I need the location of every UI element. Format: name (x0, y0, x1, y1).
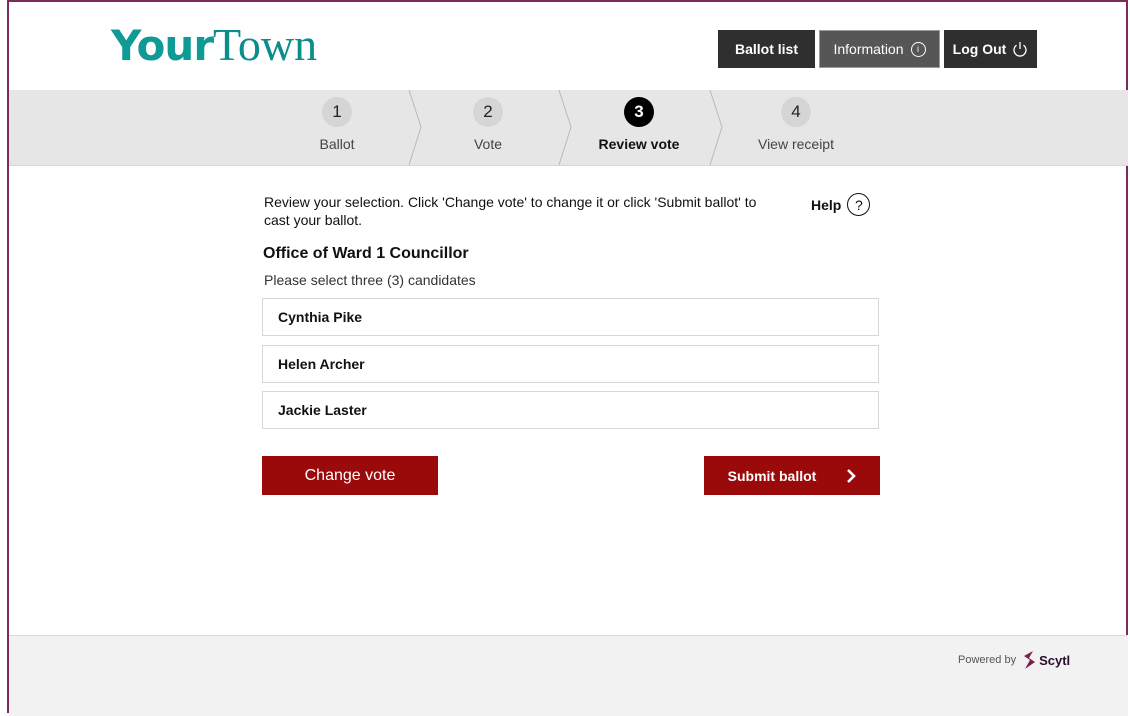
chevron-right-icon (847, 468, 857, 483)
submit-ballot-label: Submit ballot (727, 467, 817, 484)
step-number: 3 (624, 97, 654, 127)
step-label: Vote (473, 136, 503, 152)
candidate-row: Jackie Laster (262, 391, 879, 429)
candidate-row: Helen Archer (262, 345, 879, 383)
information-label: Information (833, 41, 904, 57)
logout-button[interactable]: Log Out (944, 30, 1037, 68)
step-separator-icon (558, 90, 572, 165)
yourtown-logo[interactable]: YourTown (111, 22, 317, 68)
info-icon: i (910, 41, 926, 57)
step-separator-icon (709, 90, 723, 165)
power-icon (1013, 42, 1027, 57)
scytl-brand: Scytl (1039, 652, 1071, 668)
powered-by: Powered by Scytl (958, 650, 1070, 670)
scytl-logo-icon (1024, 651, 1036, 669)
change-vote-label: Change vote (304, 466, 396, 484)
step-review-vote: 3 Review vote (579, 90, 699, 165)
information-button[interactable]: Information i (819, 30, 940, 68)
office-title: Office of Ward 1 Councillor (263, 245, 469, 262)
step-view-receipt: 4 View receipt (736, 90, 856, 165)
step-vote: 2 Vote (438, 90, 538, 165)
step-label: View receipt (757, 136, 834, 152)
step-ballot: 1 Ballot (287, 90, 387, 165)
logo-your: Your (111, 21, 214, 70)
logout-label: Log Out (952, 41, 1007, 57)
step-number: 1 (322, 97, 352, 127)
powered-by-label: Powered by (958, 654, 1017, 666)
step-label: Ballot (319, 136, 355, 152)
help-icon: ? (847, 193, 871, 216)
step-number: 2 (473, 97, 503, 127)
step-label: Review vote (598, 136, 680, 152)
select-instruction: Please select three (3) candidates (264, 272, 476, 288)
submit-ballot-button[interactable]: Submit ballot (704, 456, 880, 495)
help-button[interactable]: Help ? (811, 193, 871, 216)
progress-steps: 1 Ballot 2 Vote 3 Review vote 4 View rec… (9, 90, 1128, 166)
change-vote-button[interactable]: Change vote (262, 456, 438, 495)
step-number: 4 (781, 97, 811, 127)
footer (9, 635, 1128, 716)
help-label: Help (811, 196, 842, 213)
candidate-row: Cynthia Pike (262, 298, 879, 336)
ballot-list-button[interactable]: Ballot list (718, 30, 815, 68)
review-instruction: Review your selection. Click 'Change vot… (264, 194, 757, 228)
step-separator-icon (408, 90, 422, 165)
ballot-list-label: Ballot list (734, 41, 798, 57)
logo-town: Town (213, 19, 318, 70)
